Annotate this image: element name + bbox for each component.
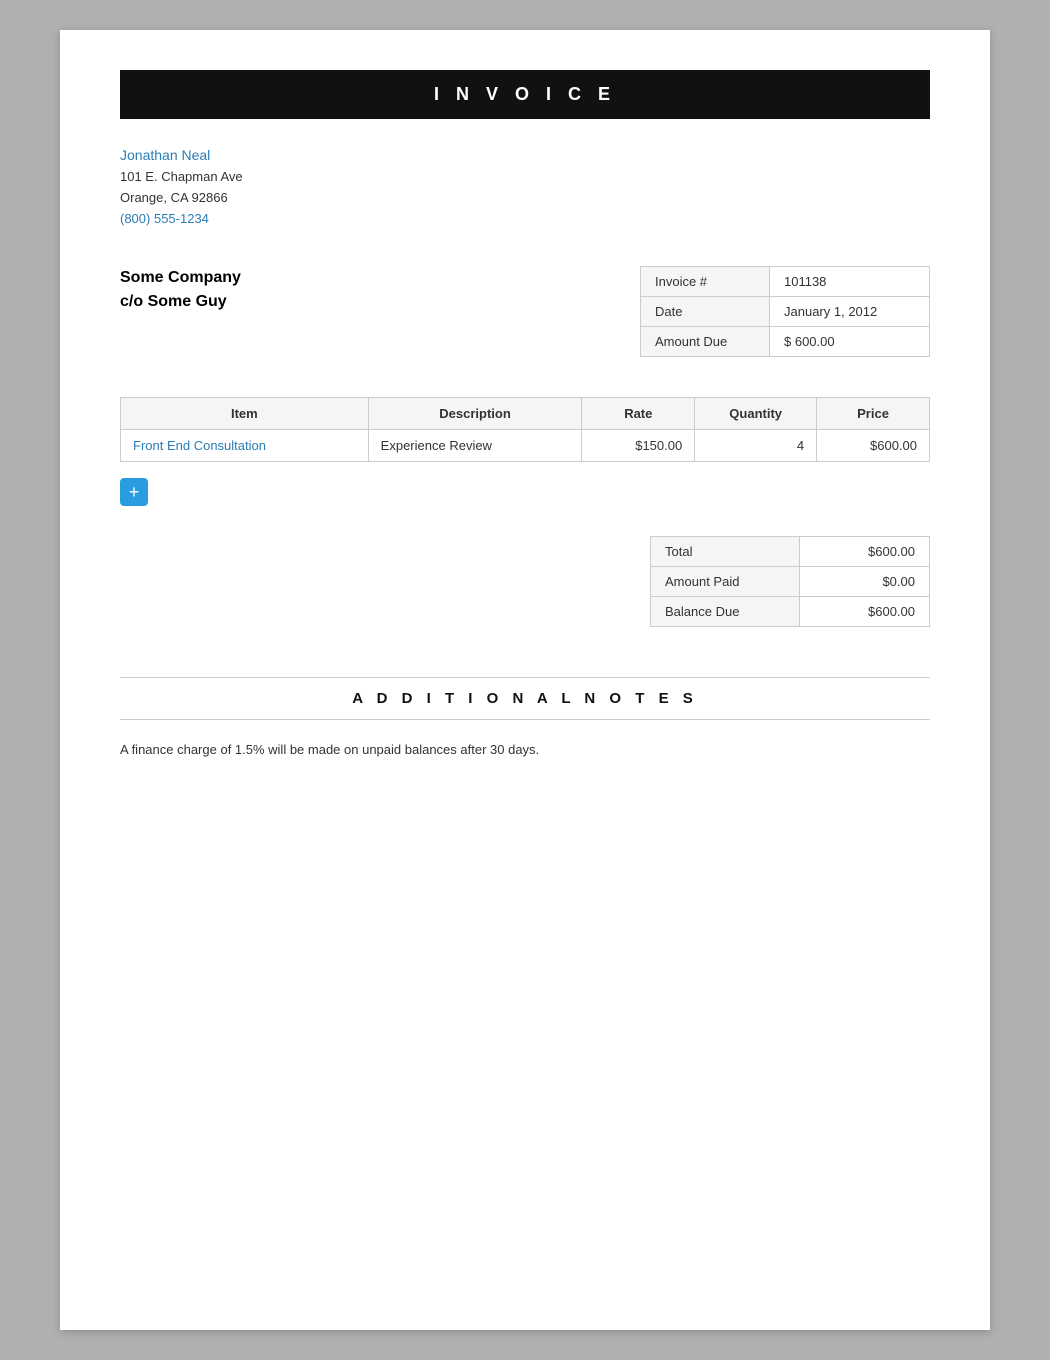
notes-text: A finance charge of 1.5% will be made on… bbox=[120, 740, 930, 761]
balance-due-value: $600.00 bbox=[800, 597, 930, 627]
bill-to: Some Company c/o Some Guy bbox=[120, 266, 241, 314]
invoice-title: I N V O I C E bbox=[434, 84, 616, 104]
balance-due-label: Balance Due bbox=[650, 597, 800, 627]
sender-phone: (800) 555-1234 bbox=[120, 211, 930, 226]
col-header-rate: Rate bbox=[582, 397, 695, 429]
sender-info: Jonathan Neal 101 E. Chapman Ave Orange,… bbox=[120, 147, 930, 226]
amount-paid-row: Amount Paid $0.00 bbox=[650, 567, 930, 597]
col-header-item: Item bbox=[121, 397, 369, 429]
totals-section: Total $600.00 Amount Paid $0.00 Balance … bbox=[120, 536, 930, 627]
cell-description: Experience Review bbox=[368, 429, 582, 461]
meta-amount-due-value: $ 600.00 bbox=[770, 327, 930, 357]
cell-quantity: 4 bbox=[695, 429, 817, 461]
sender-name: Jonathan Neal bbox=[120, 147, 930, 163]
table-row: Front End Consultation Experience Review… bbox=[121, 429, 930, 461]
total-row: Total $600.00 bbox=[650, 536, 930, 567]
meta-date-label: Date bbox=[640, 297, 770, 327]
sender-address-line1: 101 E. Chapman Ave bbox=[120, 167, 930, 188]
balance-due-row: Balance Due $600.00 bbox=[650, 597, 930, 627]
bill-to-company: Some Company bbox=[120, 266, 241, 290]
cell-price: $600.00 bbox=[817, 429, 930, 461]
cell-item: Front End Consultation bbox=[121, 429, 369, 461]
col-header-price: Price bbox=[817, 397, 930, 429]
col-header-description: Description bbox=[368, 397, 582, 429]
amount-paid-label: Amount Paid bbox=[650, 567, 800, 597]
meta-date-row: Date January 1, 2012 bbox=[640, 297, 930, 327]
sender-address-line2: Orange, CA 92866 bbox=[120, 188, 930, 209]
meta-invoice-label: Invoice # bbox=[640, 266, 770, 297]
meta-invoice-value: 101138 bbox=[770, 266, 930, 297]
invoice-header: I N V O I C E bbox=[120, 70, 930, 119]
invoice-page: I N V O I C E Jonathan Neal 101 E. Chapm… bbox=[60, 30, 990, 1330]
add-icon: + bbox=[129, 483, 140, 501]
billing-section: Some Company c/o Some Guy Invoice # 1011… bbox=[120, 266, 930, 357]
total-value: $600.00 bbox=[800, 536, 930, 567]
meta-amount-due-label: Amount Due bbox=[640, 327, 770, 357]
cell-rate: $150.00 bbox=[582, 429, 695, 461]
items-table: Item Description Rate Quantity Price Fro… bbox=[120, 397, 930, 462]
meta-invoice-row: Invoice # 101138 bbox=[640, 266, 930, 297]
total-label: Total bbox=[650, 536, 800, 567]
amount-paid-value: $0.00 bbox=[800, 567, 930, 597]
additional-notes-header: A D D I T I O N A L N O T E S bbox=[120, 677, 930, 720]
bill-to-contact: c/o Some Guy bbox=[120, 290, 241, 314]
add-row-button[interactable]: + bbox=[120, 478, 148, 506]
meta-amount-due-row: Amount Due $ 600.00 bbox=[640, 327, 930, 357]
invoice-meta: Invoice # 101138 Date January 1, 2012 Am… bbox=[640, 266, 930, 357]
totals-table: Total $600.00 Amount Paid $0.00 Balance … bbox=[650, 536, 930, 627]
col-header-quantity: Quantity bbox=[695, 397, 817, 429]
meta-date-value: January 1, 2012 bbox=[770, 297, 930, 327]
